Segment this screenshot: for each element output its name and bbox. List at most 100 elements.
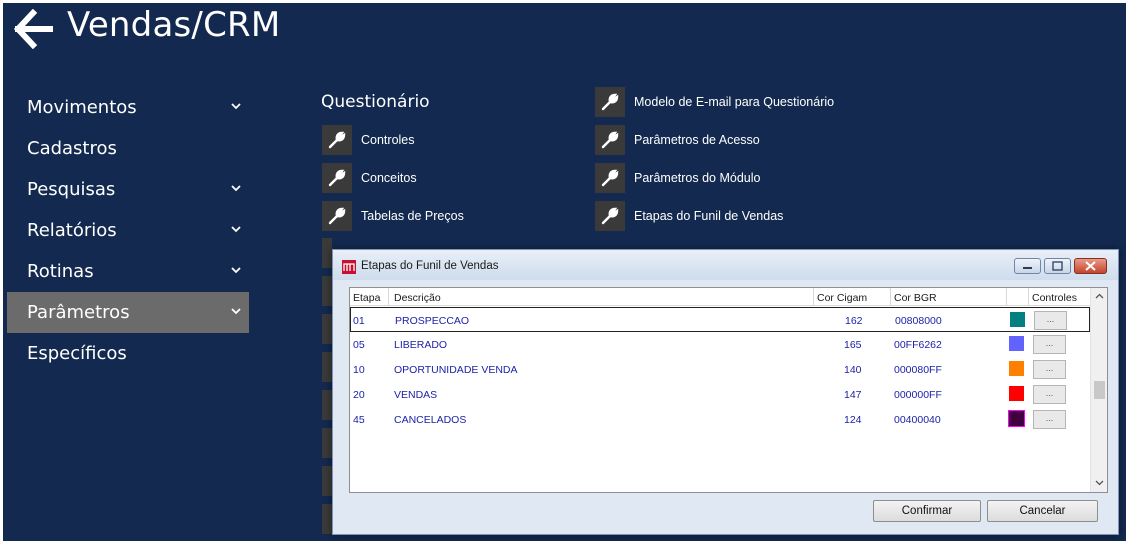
controls-button[interactable]: ... (1033, 335, 1066, 354)
wrench-icon (322, 125, 352, 155)
scrollbar-thumb[interactable] (1094, 381, 1105, 399)
color-swatch (1010, 312, 1025, 327)
sidebar-item-label: Pesquisas (27, 179, 116, 200)
chevron-up-icon[interactable] (1095, 292, 1104, 301)
sidebar-item-label: Cadastros (27, 138, 117, 159)
column-header-descricao[interactable]: Descrição (394, 292, 441, 304)
sidebar-item-label: Movimentos (27, 97, 137, 118)
cell-descricao: VENDAS (394, 389, 438, 401)
table-row[interactable]: 05 LIBERADO 165 00FF6262 ... (350, 332, 1090, 357)
table-row[interactable]: 01 PROSPECCAO 162 00808000 ... (350, 307, 1090, 332)
cell-cor-bgr: 000000FF (894, 389, 942, 401)
controls-button[interactable]: ... (1033, 360, 1066, 379)
chevron-down-icon (231, 308, 241, 315)
dialog-title: Etapas do Funil de Vendas (361, 260, 499, 272)
cell-descricao: LIBERADO (394, 339, 448, 351)
wrench-icon (595, 201, 625, 231)
sidebar-item-label: Rotinas (27, 261, 94, 282)
wrench-icon[interactable] (322, 276, 332, 306)
cancel-button[interactable]: Cancelar (987, 500, 1098, 522)
wrench-icon (595, 163, 625, 193)
sidebar-item-relatorios[interactable]: Relatórios (7, 210, 249, 251)
chevron-down-icon (231, 185, 241, 192)
chevron-down-icon (231, 103, 241, 110)
wrench-icon[interactable] (322, 314, 332, 344)
page-title: Vendas/CRM (67, 5, 281, 45)
tool-label: Parâmetros do Módulo (634, 171, 761, 185)
grid-header: Etapa Descrição Cor Cigam Cor BGR Contro… (350, 288, 1090, 306)
tool-parametros-modulo[interactable]: Parâmetros do Módulo (595, 162, 760, 194)
table-row[interactable]: 20 VENDAS 147 000000FF ... (350, 382, 1090, 407)
cell-cor-bgr: 00400040 (894, 414, 941, 426)
controls-button[interactable]: ... (1033, 385, 1066, 404)
color-swatch (1009, 386, 1024, 401)
section-title: Questionário (321, 92, 430, 112)
sidebar-item-movimentos[interactable]: Movimentos (7, 87, 249, 128)
chevron-down-icon (231, 226, 241, 233)
close-button[interactable] (1074, 258, 1107, 274)
controls-button[interactable]: ... (1034, 311, 1067, 330)
tool-modelo-email[interactable]: Modelo de E-mail para Questionário (595, 86, 834, 118)
tool-parametros-acesso[interactable]: Parâmetros de Acesso (595, 124, 760, 156)
sidebar-item-rotinas[interactable]: Rotinas (7, 251, 249, 292)
cell-cor-bgr: 00FF6262 (894, 339, 942, 351)
app-window: Vendas/CRM Movimentos Cadastros Pesquisa… (3, 3, 1126, 541)
tool-label: Conceitos (361, 171, 417, 185)
cell-descricao: OPORTUNIDADE VENDA (394, 364, 518, 376)
table-row[interactable]: 10 OPORTUNIDADE VENDA 140 000080FF ... (350, 357, 1090, 382)
wrench-icon[interactable] (322, 466, 332, 496)
cell-cor-cigam: 147 (844, 389, 862, 401)
tool-conceitos[interactable]: Conceitos (322, 162, 417, 194)
cell-cor-bgr: 000080FF (894, 364, 942, 376)
tool-tabelas-de-precos[interactable]: Tabelas de Preços (322, 200, 464, 232)
controls-button[interactable]: ... (1033, 410, 1066, 429)
arrow-left-icon[interactable] (13, 9, 53, 49)
chevron-down-icon (231, 267, 241, 274)
minimize-icon (1023, 267, 1032, 269)
sidebar-item-especificos[interactable]: Específicos (7, 333, 249, 374)
wrench-icon[interactable] (322, 504, 332, 534)
column-header-controles[interactable]: Controles (1032, 292, 1077, 304)
cell-etapa: 45 (353, 414, 365, 426)
sidebar-item-label: Relatórios (27, 220, 117, 241)
chevron-down-icon[interactable] (1095, 478, 1104, 487)
cell-cor-cigam: 124 (844, 414, 862, 426)
minimize-button[interactable] (1014, 258, 1041, 274)
column-header-cor-cigam[interactable]: Cor Cigam (817, 292, 867, 304)
maximize-button[interactable] (1044, 258, 1071, 274)
cell-cor-cigam: 162 (845, 315, 863, 327)
sidebar-item-label: Parâmetros (27, 302, 130, 323)
column-header-cor-bgr[interactable]: Cor BGR (894, 292, 937, 304)
wrench-icon[interactable] (322, 428, 332, 458)
cell-etapa: 01 (353, 315, 365, 327)
column-header-etapa[interactable]: Etapa (353, 292, 380, 304)
sidebar-item-pesquisas[interactable]: Pesquisas (7, 169, 249, 210)
funnel-stages-dialog: Etapas do Funil de Vendas Etapa Descriçã… (332, 249, 1119, 535)
wrench-icon[interactable] (322, 238, 332, 268)
wrench-icon[interactable] (322, 352, 332, 382)
confirm-button[interactable]: Confirmar (873, 500, 981, 522)
vertical-scrollbar[interactable] (1090, 288, 1107, 492)
wrench-icon (322, 201, 352, 231)
close-icon (1085, 261, 1096, 271)
dialog-titlebar[interactable]: Etapas do Funil de Vendas (333, 250, 1118, 280)
sidebar-item-cadastros[interactable]: Cadastros (7, 128, 249, 169)
cell-descricao: CANCELADOS (394, 414, 467, 426)
tool-controles[interactable]: Controles (322, 124, 415, 156)
table-row[interactable]: 45 CANCELADOS 124 00400040 ... (350, 407, 1090, 432)
tool-label: Modelo de E-mail para Questionário (634, 95, 835, 109)
cell-cor-cigam: 140 (844, 364, 862, 376)
maximize-icon (1052, 261, 1063, 271)
cell-cor-bgr: 00808000 (895, 315, 942, 327)
cell-descricao: PROSPECCAO (395, 315, 470, 327)
cell-etapa: 10 (353, 364, 365, 376)
wrench-icon[interactable] (322, 390, 332, 420)
tool-etapas-funil[interactable]: Etapas do Funil de Vendas (595, 200, 783, 232)
color-swatch (1009, 361, 1024, 376)
color-swatch (1008, 410, 1025, 427)
stages-grid: Etapa Descrição Cor Cigam Cor BGR Contro… (349, 287, 1108, 493)
sidebar-item-parametros[interactable]: Parâmetros (7, 292, 249, 333)
wrench-icon (595, 87, 625, 117)
cell-etapa: 20 (353, 389, 365, 401)
tool-label: Controles (361, 133, 415, 147)
